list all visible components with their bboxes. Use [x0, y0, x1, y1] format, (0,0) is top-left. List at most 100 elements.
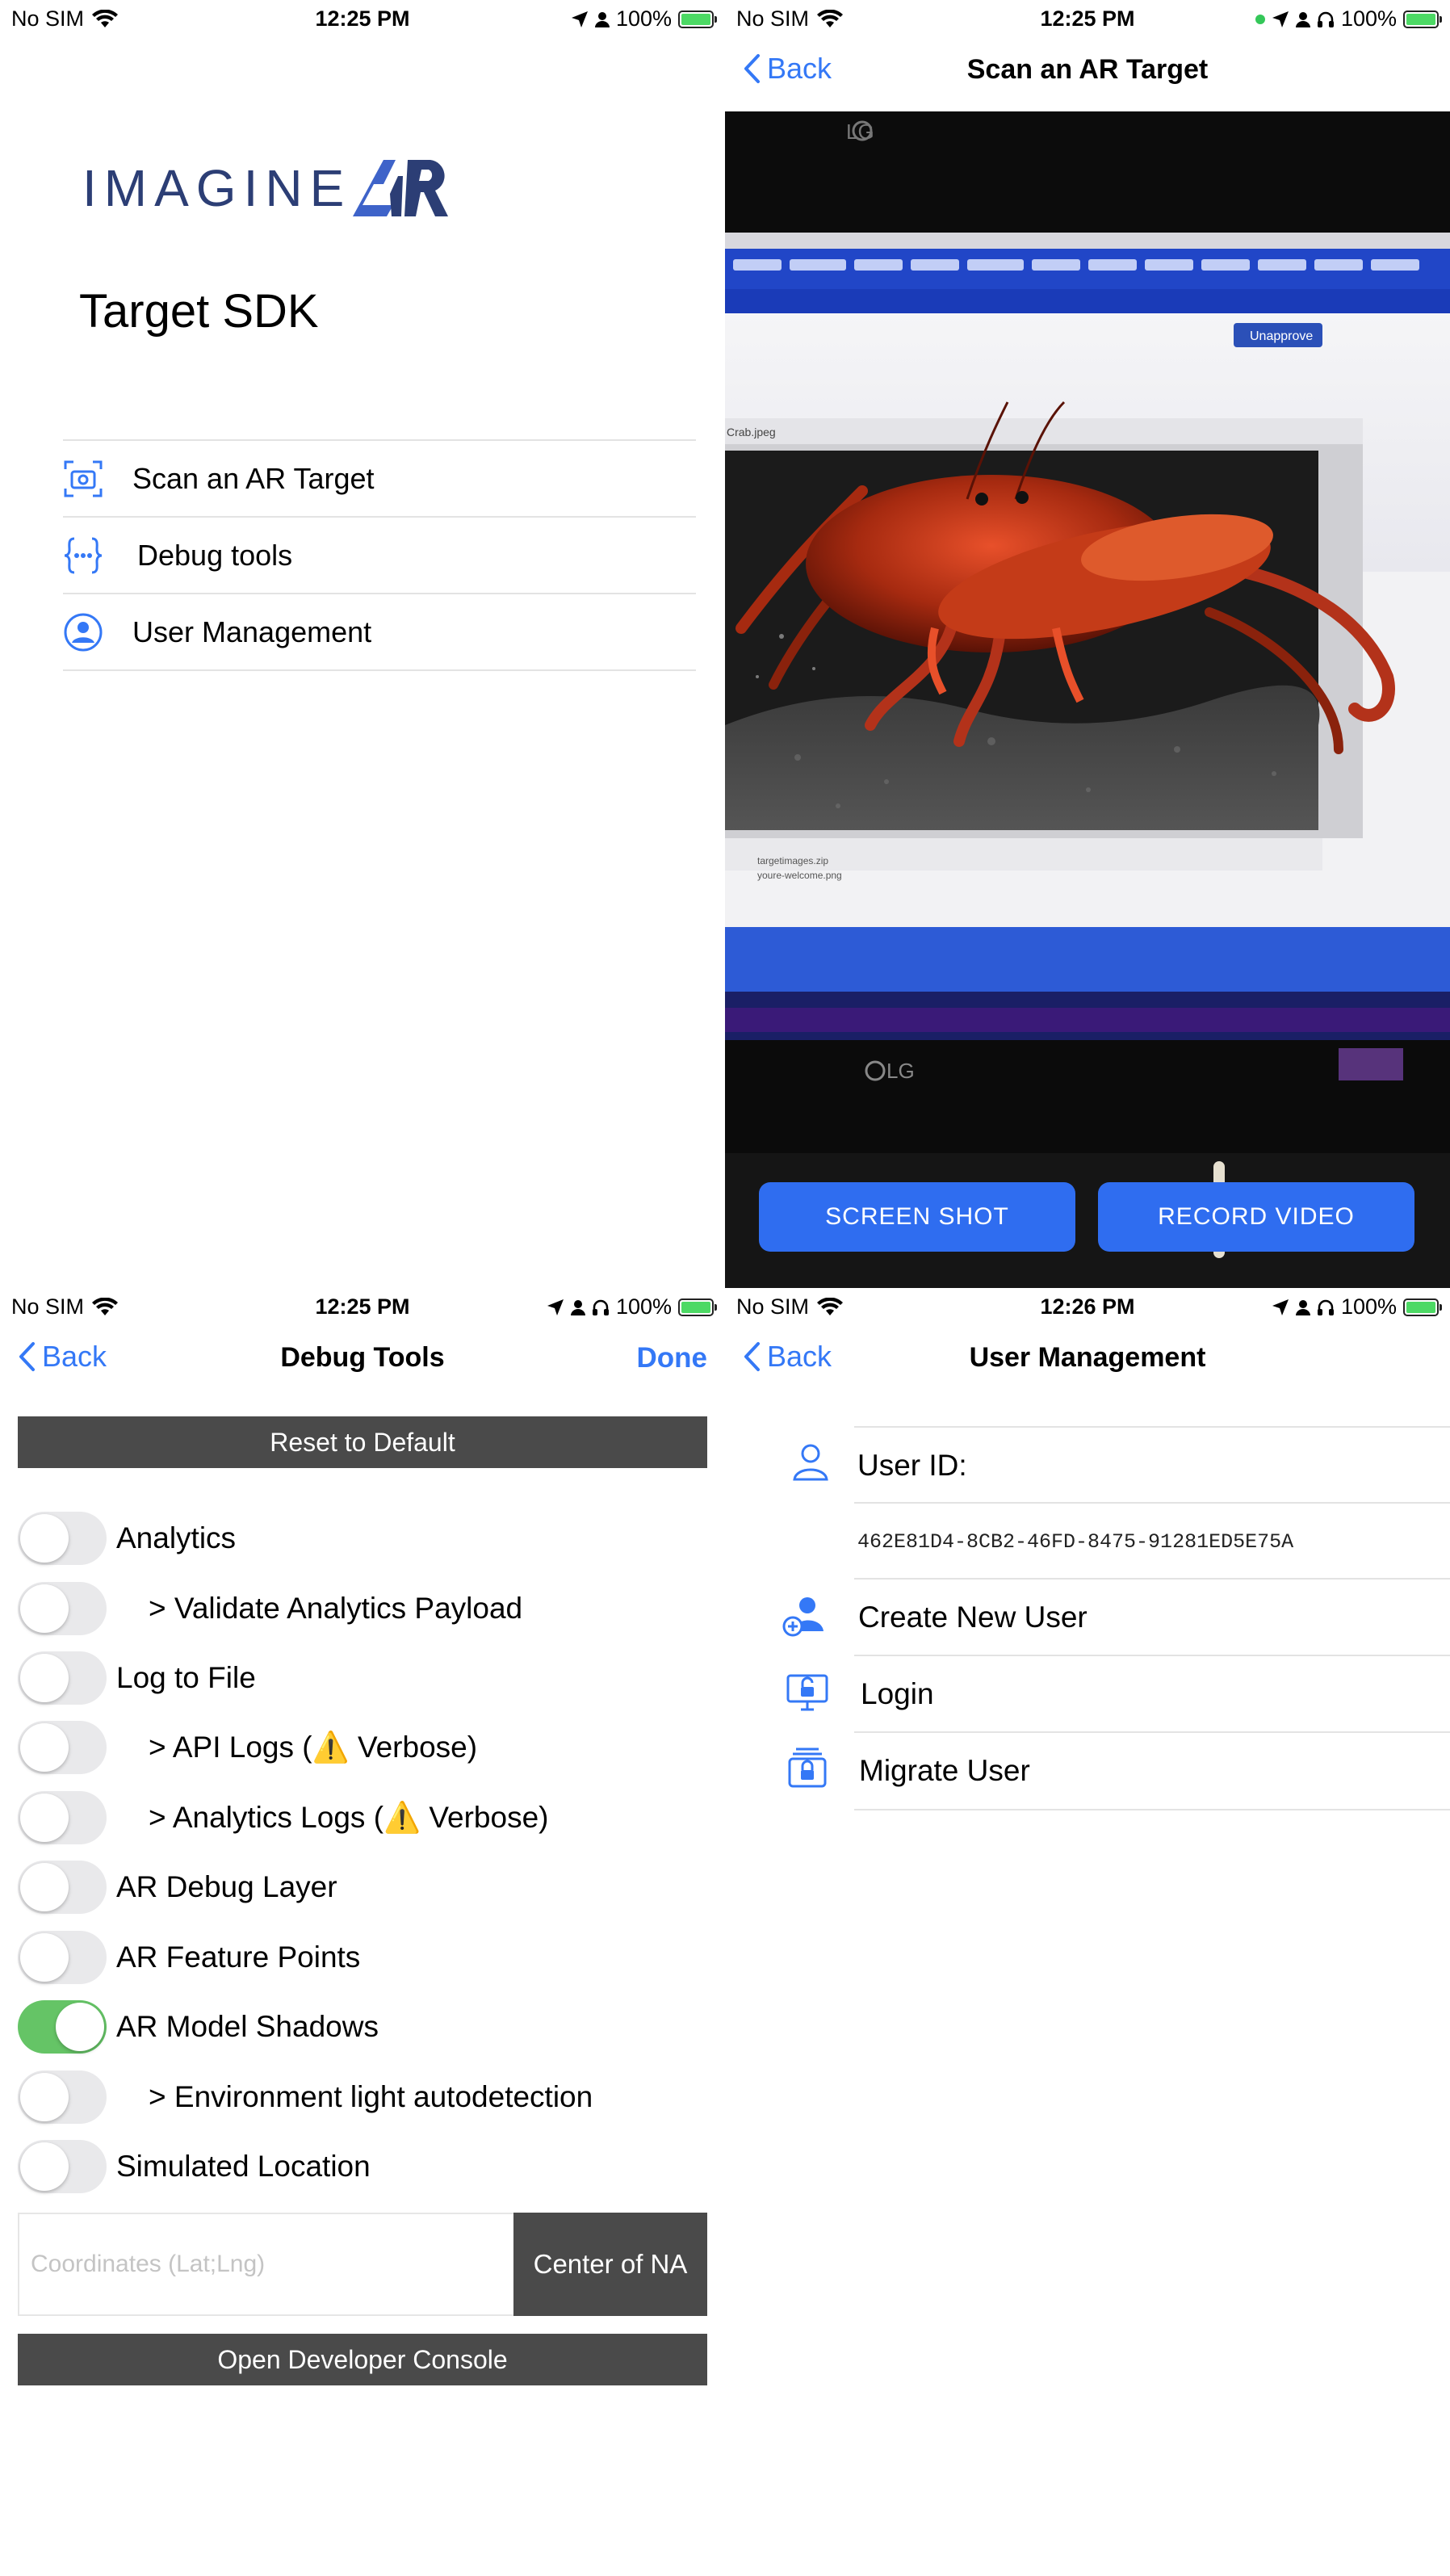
create-new-user-label: Create New User: [858, 1601, 1088, 1634]
ar-feature-points-switch[interactable]: [18, 1931, 107, 1984]
toggle-label-pre: > API Logs (: [149, 1730, 312, 1764]
person-outline-icon: [793, 1444, 828, 1481]
preview-filename: Crab.jpeg: [727, 426, 776, 438]
menu-label-scan: Scan an AR Target: [132, 461, 375, 495]
toggle-row-api-logs: > API Logs (⚠️ Verbose): [18, 1719, 477, 1776]
log-to-file-switch[interactable]: [18, 1651, 107, 1705]
camera-view[interactable]: Unapprove Crab.jpeg targetimages.zip you…: [725, 111, 1450, 1288]
coordinates-row: Center of NA: [18, 2213, 707, 2316]
toggle-label-pre: > Analytics Logs (: [149, 1800, 384, 1834]
status-bar: No SIM 12:25 PM 100%: [0, 0, 725, 37]
battery-percent: 100%: [1340, 6, 1397, 31]
battery-icon: [1403, 10, 1442, 28]
camera-scan-icon: [64, 460, 103, 497]
record-video-button[interactable]: RECORD VIDEO: [1098, 1182, 1414, 1252]
battery-percent: 100%: [615, 6, 672, 31]
create-new-user-row[interactable]: Create New User: [782, 1578, 1450, 1655]
nav-title: User Management: [969, 1342, 1206, 1373]
page-title: Target SDK: [79, 285, 319, 338]
center-of-na-button[interactable]: Center of NA: [513, 2213, 707, 2316]
simulated-location-switch[interactable]: [18, 2140, 107, 2193]
nav-bar: Back Debug Tools Done: [0, 1328, 725, 1393]
person-icon: [570, 1299, 585, 1315]
env-light-switch[interactable]: [18, 2070, 107, 2124]
toggle-label: > Analytics Logs (⚠️ Verbose): [149, 1801, 548, 1836]
validate-payload-switch[interactable]: [18, 1582, 107, 1635]
toggle-row-ar-feature-points: AR Feature Points: [18, 1929, 360, 1986]
nav-bar: Back User Management: [725, 1328, 1450, 1393]
person-icon: [1295, 11, 1310, 27]
menu-label-user: User Management: [132, 615, 372, 648]
person-circle-icon: [64, 613, 103, 652]
person-add-icon: [782, 1597, 823, 1637]
file-list-item-1: targetimages.zip: [757, 855, 828, 866]
coordinates-input[interactable]: [19, 2214, 515, 2314]
scan-screen: No SIM 12:25 PM 100% Back Scan an AR Tar…: [725, 0, 1450, 1288]
analytics-logs-switch[interactable]: [18, 1791, 107, 1844]
login-label: Login: [861, 1677, 934, 1710]
toggle-label: Simulated Location: [116, 2150, 371, 2183]
headphones-icon: [1317, 11, 1334, 27]
tv-brand-bottom: LG: [886, 1059, 915, 1083]
login-screen-icon: [786, 1674, 828, 1711]
migrate-lock-icon: [788, 1747, 827, 1788]
status-bar: No SIM 12:26 PM 100%: [725, 1288, 1450, 1325]
location-arrow-icon: [1272, 10, 1289, 27]
status-bar: No SIM 12:25 PM 100%: [0, 1288, 725, 1325]
screenshot-button[interactable]: SCREEN SHOT: [759, 1182, 1075, 1252]
analytics-switch[interactable]: [18, 1512, 107, 1565]
toggle-label: > API Logs (⚠️ Verbose): [149, 1731, 477, 1765]
toggle-row-ar-model-shadows: AR Model Shadows: [18, 1999, 379, 2055]
location-arrow-icon: [571, 10, 588, 27]
home-screen: No SIM 12:25 PM 100% IMAGINE Target SDK …: [0, 0, 725, 1288]
toggle-row-env-light: > Environment light autodetection: [18, 2069, 593, 2125]
camera-feed-image: Unapprove Crab.jpeg targetimages.zip you…: [725, 111, 1450, 1288]
battery-icon: [678, 1298, 717, 1316]
headphones-icon: [1317, 1299, 1334, 1315]
imagine-ar-logo: IMAGINE: [82, 158, 450, 218]
nav-bar: Back Scan an AR Target: [725, 40, 1450, 105]
migrate-user-label: Migrate User: [859, 1754, 1030, 1787]
toggle-label: Log to File: [116, 1661, 256, 1694]
toggle-label: > Environment light autodetection: [149, 2080, 593, 2113]
battery-icon: [678, 10, 717, 28]
reset-to-default-button[interactable]: Reset to Default: [18, 1416, 707, 1468]
file-list-item-2: youre-welcome.png: [757, 870, 842, 881]
toggle-row-validate-payload: > Validate Analytics Payload: [18, 1580, 522, 1637]
toggle-label-post: Verbose): [421, 1800, 549, 1834]
toggle-label: Analytics: [116, 1521, 237, 1554]
toggle-row-log-to-file: Log to File: [18, 1650, 256, 1706]
warning-icon: ⚠️: [312, 1730, 350, 1764]
login-row[interactable]: Login: [786, 1655, 1450, 1732]
main-menu: Scan an AR Target Debug tools User Manag…: [63, 439, 696, 671]
person-icon: [1295, 1299, 1310, 1315]
curly-braces-icon: [64, 537, 103, 574]
battery-icon: [1403, 1298, 1442, 1316]
warning-icon: ⚠️: [383, 1800, 421, 1834]
toggle-row-analytics: Analytics: [18, 1510, 236, 1567]
ar-debug-layer-switch[interactable]: [18, 1861, 107, 1914]
camera-in-use-indicator: [1255, 14, 1265, 24]
done-button[interactable]: Done: [637, 1342, 708, 1374]
menu-item-scan[interactable]: Scan an AR Target: [63, 441, 696, 518]
battery-percent: 100%: [1340, 1294, 1397, 1319]
user-id-value: 462E81D4-8CB2-46FD-8475-91281ED5E75A: [857, 1530, 1294, 1554]
menu-item-debug[interactable]: Debug tools: [63, 518, 696, 594]
menu-item-user-management[interactable]: User Management: [63, 594, 696, 671]
toggle-label: AR Model Shadows: [116, 2010, 379, 2043]
unapprove-pill-text: Unapprove: [1250, 329, 1313, 343]
user-id-row: User ID:: [793, 1426, 1450, 1504]
battery-percent: 100%: [615, 1294, 672, 1319]
toggle-row-simulated-location: Simulated Location: [18, 2138, 371, 2195]
menu-label-debug: Debug tools: [137, 538, 293, 572]
toggle-label: AR Debug Layer: [116, 1870, 337, 1903]
open-developer-console-button[interactable]: Open Developer Console: [18, 2334, 707, 2385]
api-logs-switch[interactable]: [18, 1721, 107, 1774]
ar-model-shadows-switch[interactable]: [18, 2000, 107, 2054]
toggle-label: AR Feature Points: [116, 1940, 361, 1974]
migrate-user-row[interactable]: Migrate User: [788, 1731, 1450, 1810]
location-arrow-icon: [547, 1298, 564, 1315]
nav-title: Debug Tools: [280, 1342, 445, 1373]
nav-title: Scan an AR Target: [966, 54, 1209, 85]
logo-text: IMAGINE: [82, 159, 352, 217]
